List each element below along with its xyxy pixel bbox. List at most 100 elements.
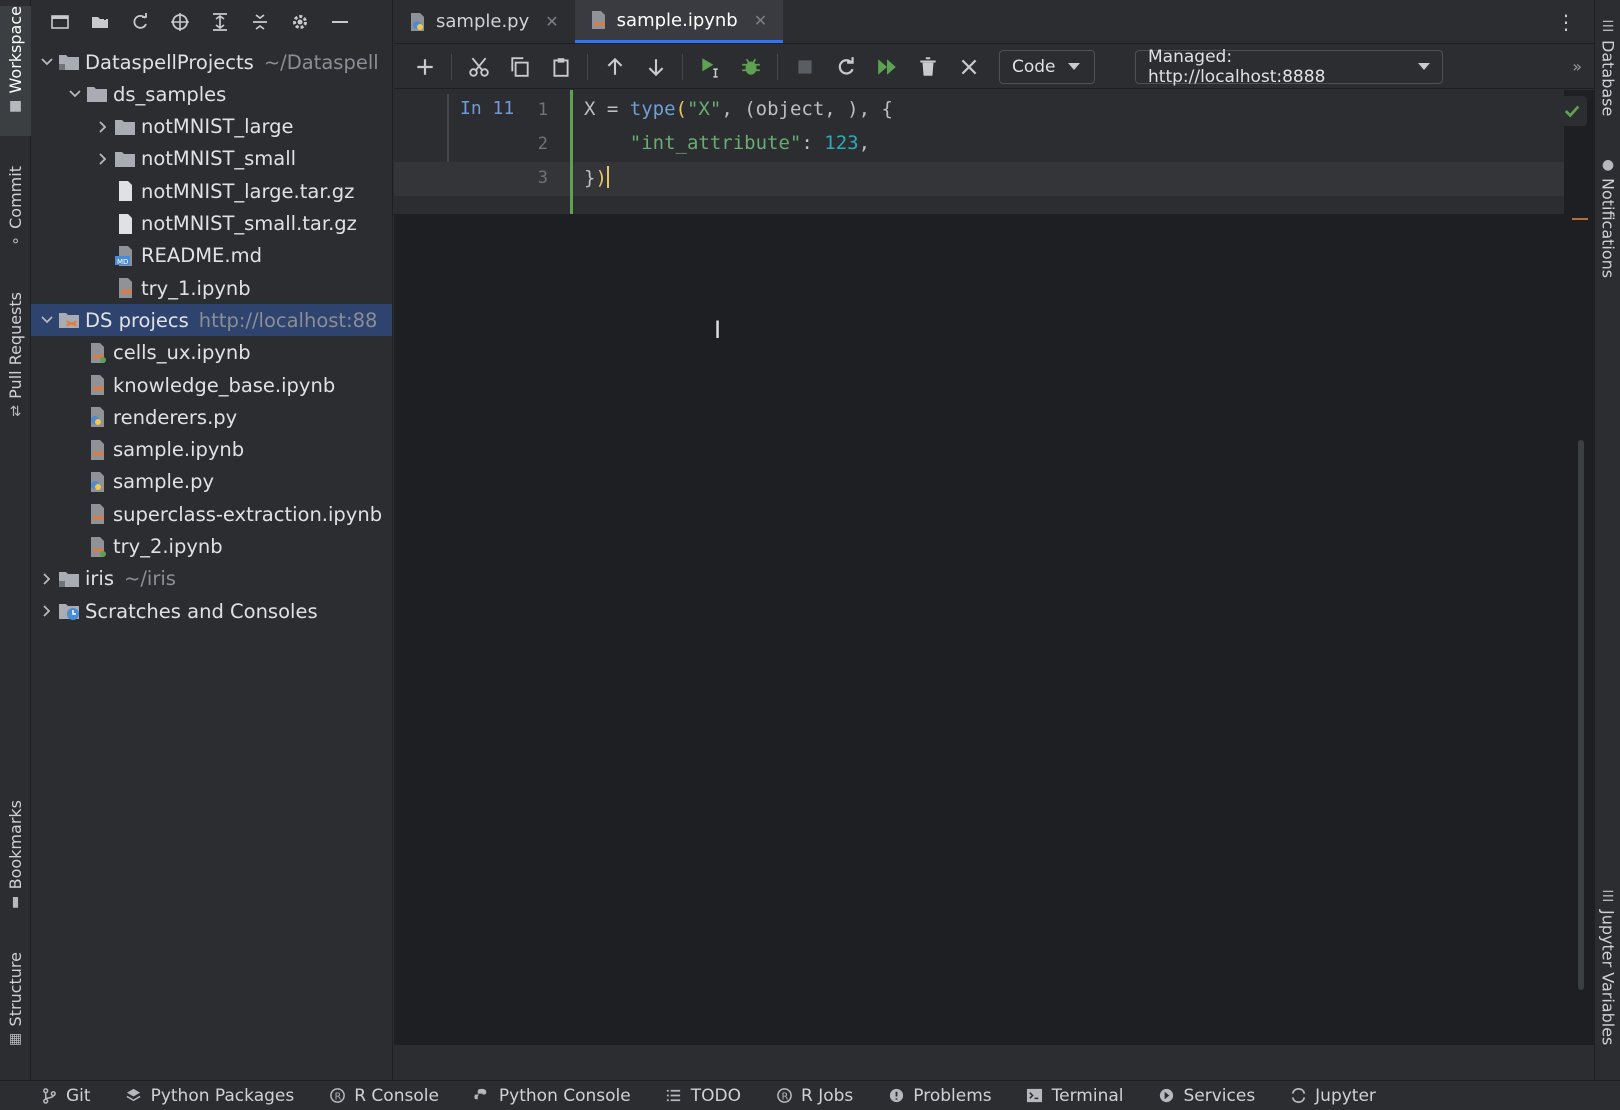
tree-item-notmnist-small-tar-gz[interactable]: notMNIST_small.tar.gz [31,208,392,240]
chevron-down-icon[interactable] [65,84,85,104]
move-cell-down-button[interactable] [635,50,676,84]
run-all-button[interactable] [866,50,907,84]
r-console-icon: R [328,1087,346,1105]
tab-sample-ipynb[interactable]: sample.ipynb ✕ [574,0,784,43]
locate-icon[interactable] [167,9,193,35]
chevron-right-icon[interactable] [93,149,113,169]
close-icon[interactable]: ✕ [754,11,767,30]
tool-tab-structure[interactable]: Structure ▦ [0,952,31,1062]
tree-item-label: README.md [141,244,262,268]
cell-type-dropdown[interactable]: Code [999,49,1095,84]
debug-cell-button[interactable] [730,50,771,84]
tree-item-ds-samples[interactable]: ds_samples [31,78,392,110]
tree-item-sample-py[interactable]: sample.py [31,466,392,498]
bottom-tool-terminal[interactable]: Terminal [1026,1085,1124,1106]
move-cell-up-button[interactable] [594,50,635,84]
tool-tab-label: Jupyter Variables [1598,910,1618,1046]
tool-tab-jupyter-variables[interactable]: ☰ Jupyter Variables [1595,884,1620,1059]
tree-item-try-2-ipynb[interactable]: try_2.ipynb [31,531,392,563]
tool-tab-notifications[interactable]: ● Notifications [1595,152,1620,292]
tree-item-cells-ux-ipynb[interactable]: cells_ux.ipynb [31,337,392,369]
tree-item-readme-md[interactable]: MD README.md [31,240,392,272]
tree-item-path: ~/iris [124,567,176,591]
tool-tab-commit[interactable]: Commit ⚬ [0,166,31,262]
bottom-tool-label: R Jobs [801,1085,854,1106]
double-chevron-right-icon[interactable]: » [1572,57,1582,76]
tree-item-notmnist-large[interactable]: notMNIST_large [31,111,392,143]
paste-cell-button[interactable] [540,50,581,84]
delete-cell-button[interactable] [907,50,948,84]
file-icon [113,213,137,235]
bottom-tool-python-packages[interactable]: Python Packages [125,1086,294,1106]
tree-item-label: Scratches and Consoles [85,599,318,623]
code-cell[interactable]: In 11 1 2 3 X = type("X", (object, ), { … [394,90,1564,214]
tab-sample-py[interactable]: sample.py ✕ [394,0,575,43]
expand-all-icon[interactable] [207,9,233,35]
tree-item-notmnist-small[interactable]: notMNIST_small [31,143,392,175]
tree-item-scratches-and-consoles[interactable]: Scratches and Consoles [31,595,392,627]
bottom-tool-r-jobs[interactable]: R R Jobs [775,1086,853,1106]
cut-cell-button[interactable] [458,50,499,84]
bottom-tool-services[interactable]: Services [1157,1086,1255,1106]
clear-outputs-button[interactable] [948,50,989,84]
bottom-tool-r-console[interactable]: R R Console [328,1086,439,1106]
stop-kernel-button[interactable] [784,50,825,84]
bottom-tool-problems[interactable]: Problems [887,1086,992,1106]
code-line[interactable]: }) [584,166,609,189]
svg-text:R: R [334,1091,341,1102]
copy-cell-button[interactable] [499,50,540,84]
tool-tab-database[interactable]: ☰ Database [1595,14,1620,134]
gear-icon[interactable] [287,9,313,35]
chevron-right-icon[interactable] [37,569,57,589]
notebook-editor[interactable]: In 11 1 2 3 X = type("X", (object, ), { … [394,90,1594,1044]
tool-tab-workspace[interactable]: Workspace ■ [0,6,31,136]
play-circle-icon [1157,1087,1175,1105]
notebook-file-icon [85,536,109,558]
bottom-tool-jupyter[interactable]: Jupyter [1289,1086,1376,1106]
tree-item-knowledge-base-ipynb[interactable]: knowledge_base.ipynb [31,369,392,401]
code-line[interactable]: X = type("X", (object, ), { [584,98,893,120]
tool-tab-bookmarks[interactable]: Bookmarks ▮ [0,800,31,922]
bottom-tool-git[interactable]: Git [40,1086,91,1106]
jupyter-folder-icon [57,309,81,331]
show-files-icon[interactable] [47,9,73,35]
tree-item-label: try_1.ipynb [141,276,251,300]
add-cell-button[interactable] [404,50,445,84]
bottom-tool-label: Terminal [1051,1085,1124,1106]
chevron-down-icon [1067,63,1080,70]
code-token: } [584,167,596,189]
editor-scrollbar[interactable] [1578,440,1584,990]
tree-item-ds-projecs[interactable]: DS projecs http://localhost:88 [31,304,392,337]
minimize-icon[interactable] [327,9,353,35]
close-icon[interactable]: ✕ [545,12,558,31]
more-vertical-icon[interactable]: ⋮ [1556,10,1576,34]
chevron-right-icon[interactable] [93,117,113,137]
chevron-down-icon[interactable] [37,310,57,330]
folder-icon [85,83,109,105]
tree-item-try-1-ipynb[interactable]: try_1.ipynb [31,272,392,304]
tree-item-notmnist-large-tar-gz[interactable]: notMNIST_large.tar.gz [31,175,392,207]
collapse-all-icon[interactable] [247,9,273,35]
chevron-down-icon[interactable] [37,52,57,72]
error-stripe-mark[interactable] [1572,218,1588,220]
git-branch-icon [40,1087,58,1105]
jupyter-server-dropdown[interactable]: Managed: http://localhost:8888 [1135,47,1443,87]
tree-item-dataspellprojects[interactable]: DataspellProjects ~/Dataspell [31,46,392,78]
chevron-right-icon[interactable] [37,601,57,621]
tool-tab-pull-requests[interactable]: Pull Requests ⇅ [0,292,31,438]
run-cell-button[interactable] [689,50,730,84]
tree-item-iris[interactable]: iris ~/iris [31,563,392,595]
tree-item-renderers-py[interactable]: renderers.py [31,401,392,433]
bottom-tool-python-console[interactable]: Python Console [473,1086,631,1106]
code-line[interactable]: "int_attribute": 123, [584,132,870,154]
restart-kernel-button[interactable] [825,50,866,84]
tree-item-sample-ipynb[interactable]: sample.ipynb [31,434,392,466]
tool-tab-label: Structure [6,952,25,1027]
refresh-icon[interactable] [127,9,153,35]
tree-item-superclass-extraction-ipynb[interactable]: superclass-extraction.ipynb [31,498,392,530]
tree-item-label: DataspellProjects [85,50,254,74]
bottom-tool-todo[interactable]: TODO [665,1086,741,1106]
new-folder-icon[interactable] [87,9,113,35]
